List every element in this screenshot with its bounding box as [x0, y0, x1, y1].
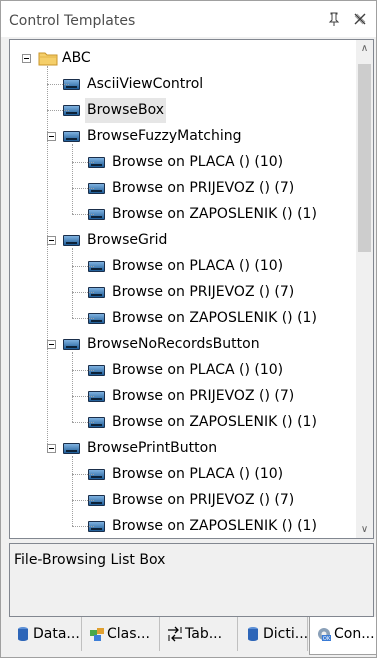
pin-icon[interactable]	[326, 11, 342, 27]
tree-node-browse-entry[interactable]: Browse on PLACA () (10)	[10, 150, 356, 175]
tree-content: ABC AsciiViewControl BrowseBox BrowseFuzzyM…	[10, 40, 356, 538]
tree-node-browse-entry[interactable]: Browse on PLACA () (10)	[10, 254, 356, 279]
tree-node-browse-entry[interactable]: Browse on PRIJEVOZ () (7)	[10, 488, 356, 513]
tree-guide-vertical	[47, 66, 48, 448]
scroll-up-icon[interactable]: ∧	[356, 40, 373, 57]
collapse-toggle-icon[interactable]	[47, 236, 56, 245]
control-template-icon	[63, 235, 80, 246]
classes-icon	[90, 628, 104, 641]
collapse-toggle-icon[interactable]	[22, 54, 31, 63]
tab-order-icon	[168, 626, 182, 642]
control-template-icon	[63, 131, 80, 142]
tab-label: Dicti...	[263, 626, 309, 642]
tree-guide-horizontal	[72, 162, 94, 163]
tab-control-templates[interactable]: OK Con...	[309, 617, 377, 655]
panel-titlebar: Control Templates	[1, 1, 376, 37]
tree-item-label: BrowseFuzzyMatching	[87, 128, 242, 144]
tree-item-label: Browse on PLACA () (10)	[112, 154, 284, 170]
tree-item-label: BrowsePrintButton	[87, 440, 218, 456]
control-templates-icon: OK	[318, 628, 331, 642]
tree-item-label: Browse on ZAPOSLENIK () (1)	[112, 206, 317, 222]
vertical-scrollbar[interactable]: ∧ ∨	[356, 40, 373, 538]
tree-guide-horizontal	[72, 370, 94, 371]
tree-guide-vertical	[72, 248, 73, 318]
tree-guide-horizontal	[72, 318, 94, 319]
tree-guide-horizontal	[47, 84, 69, 85]
collapse-toggle-icon[interactable]	[47, 444, 56, 453]
tree-node-browse-entry[interactable]: Browse on ZAPOSLENIK () (1)	[10, 514, 356, 538]
tree-guide-horizontal	[47, 110, 69, 111]
svg-text:OK: OK	[323, 636, 331, 642]
description-text: File-Browsing List Box	[14, 552, 166, 568]
tree-node-browsefuzzymatching[interactable]: BrowseFuzzyMatching	[10, 124, 356, 149]
panel-tabs: Data... Clas... Tab... Dicti... OK Con...	[9, 617, 377, 655]
control-templates-panel: Control Templates ABC AsciiViewControl Bro…	[0, 0, 377, 658]
tree-item-label: Browse on PLACA () (10)	[112, 466, 284, 482]
templates-tree[interactable]: ABC AsciiViewControl BrowseBox BrowseFuzzyM…	[9, 39, 374, 539]
tree-node-browse-entry[interactable]: Browse on ZAPOSLENIK () (1)	[10, 306, 356, 331]
dictionary-icon	[248, 627, 258, 641]
tab-database[interactable]: Data...	[9, 617, 82, 651]
tree-node-browseprintbutton[interactable]: BrowsePrintButton	[10, 436, 356, 461]
tree-node-abc[interactable]: ABC	[10, 46, 356, 71]
close-icon[interactable]	[352, 11, 368, 27]
control-template-icon	[63, 443, 80, 454]
tree-item-label: Browse on PRIJEVOZ () (7)	[112, 388, 295, 404]
tree-guide-horizontal	[72, 266, 94, 267]
tree-node-browsegrid[interactable]: BrowseGrid	[10, 228, 356, 253]
tree-item-label: Browse on PLACA () (10)	[112, 258, 284, 274]
database-icon	[18, 627, 28, 641]
tree-item-label: Browse on PLACA () (10)	[112, 362, 284, 378]
tree-node-browse-entry[interactable]: Browse on PLACA () (10)	[10, 462, 356, 487]
tree-guide-horizontal	[72, 422, 94, 423]
tree-item-label: Browse on ZAPOSLENIK () (1)	[112, 310, 317, 326]
tree-item-label: AsciiViewControl	[87, 76, 204, 92]
tree-node-browse-entry[interactable]: Browse on ZAPOSLENIK () (1)	[10, 202, 356, 227]
tree-guide-horizontal	[72, 292, 94, 293]
tree-guide-horizontal	[72, 188, 94, 189]
control-template-icon	[63, 339, 80, 350]
collapse-toggle-icon[interactable]	[47, 340, 56, 349]
tree-item-label: Browse on PRIJEVOZ () (7)	[112, 180, 295, 196]
tab-label: Con...	[334, 626, 375, 642]
tab-classes[interactable]: Clas...	[83, 617, 160, 651]
tab-tab-order[interactable]: Tab...	[161, 617, 238, 651]
description-box: File-Browsing List Box	[9, 543, 374, 617]
tree-item-label: BrowseBox	[85, 98, 166, 123]
tree-guide-horizontal	[72, 526, 94, 527]
collapse-toggle-icon[interactable]	[47, 132, 56, 141]
tree-guide-vertical	[72, 456, 73, 526]
tree-node-browse-entry[interactable]: Browse on ZAPOSLENIK () (1)	[10, 410, 356, 435]
tab-label: Clas...	[107, 626, 150, 642]
scroll-thumb[interactable]	[358, 64, 371, 252]
panel-title: Control Templates	[9, 13, 136, 29]
tab-dictionary[interactable]: Dicti...	[239, 617, 308, 651]
folder-icon	[38, 52, 58, 66]
tree-guide-horizontal	[72, 214, 94, 215]
tree-item-label: Browse on PRIJEVOZ () (7)	[112, 284, 295, 300]
tree-guide-horizontal	[72, 396, 94, 397]
tree-node-browse-entry[interactable]: Browse on PRIJEVOZ () (7)	[10, 280, 356, 305]
tree-item-label: Browse on ZAPOSLENIK () (1)	[112, 414, 317, 430]
tree-item-label: BrowseGrid	[87, 232, 168, 248]
scroll-down-icon[interactable]: ∨	[356, 521, 373, 538]
tree-node-browse-entry[interactable]: Browse on PRIJEVOZ () (7)	[10, 176, 356, 201]
tree-item-label: Browse on PRIJEVOZ () (7)	[112, 492, 295, 508]
tree-item-label: Browse on ZAPOSLENIK () (1)	[112, 518, 317, 534]
tree-guide-horizontal	[72, 500, 94, 501]
tree-guide-vertical	[72, 352, 73, 422]
tree-guide-vertical	[72, 144, 73, 214]
tree-guide-horizontal	[72, 474, 94, 475]
tree-node-browse-entry[interactable]: Browse on PRIJEVOZ () (7)	[10, 384, 356, 409]
tree-node-browse-entry[interactable]: Browse on PLACA () (10)	[10, 358, 356, 383]
tree-item-label: BrowseNoRecordsButton	[87, 336, 260, 352]
tab-label: Data...	[33, 626, 80, 642]
tree-node-browsenorecordsbutton[interactable]: BrowseNoRecordsButton	[10, 332, 356, 357]
tree-item-label: ABC	[62, 50, 91, 66]
tab-label: Tab...	[185, 626, 223, 642]
